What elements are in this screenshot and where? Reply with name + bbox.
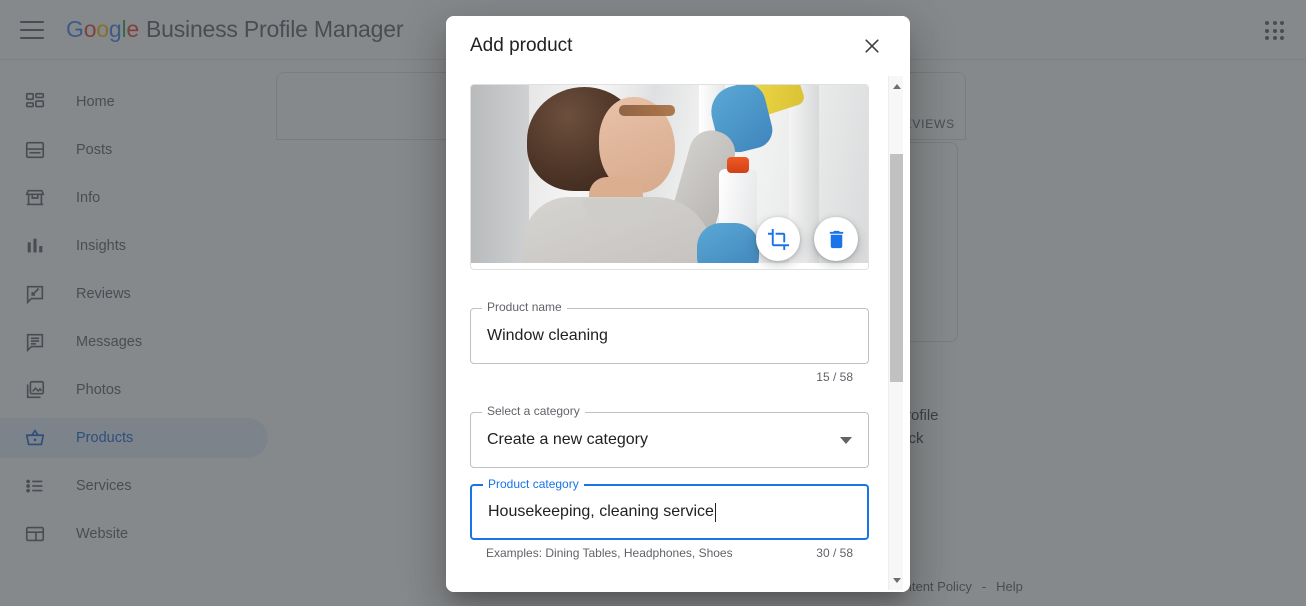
product-name-value: Window cleaning: [487, 327, 608, 345]
product-category-value: Housekeeping, cleaning service: [488, 503, 714, 521]
dialog-body: Product name Window cleaning 15 / 58 Sel…: [446, 76, 910, 592]
product-category-input[interactable]: Product category Housekeeping, cleaning …: [470, 484, 869, 540]
image-action-buttons: [756, 217, 858, 261]
screen: Google Business Profile Manager Home Pos…: [0, 0, 1306, 606]
product-category-counter: 30 / 58: [816, 546, 853, 560]
select-category-label: Select a category: [482, 405, 585, 417]
product-category-label: Product category: [483, 478, 584, 490]
product-name-counter: 15 / 58: [816, 370, 853, 384]
product-category-field: Product category Housekeeping, cleaning …: [470, 484, 869, 560]
dialog-scrollbar[interactable]: [888, 76, 903, 590]
dialog-title: Add product: [470, 35, 856, 57]
add-product-dialog: Add product: [446, 16, 910, 592]
close-icon[interactable]: [856, 30, 888, 62]
product-category-helper: Examples: Dining Tables, Headphones, Sho…: [486, 546, 733, 560]
product-name-label: Product name: [482, 301, 567, 313]
select-category-value: Create a new category: [487, 431, 648, 449]
dialog-header: Add product: [446, 16, 910, 76]
crop-icon[interactable]: [756, 217, 800, 261]
product-category-helper-row: Examples: Dining Tables, Headphones, Sho…: [470, 540, 869, 560]
scroll-down-arrow-icon[interactable]: [889, 572, 904, 588]
dialog-scroll-area: Product name Window cleaning 15 / 58 Sel…: [470, 76, 873, 592]
delete-trash-icon[interactable]: [814, 217, 858, 261]
select-category-dropdown[interactable]: Select a category Create a new category: [470, 412, 869, 468]
product-name-field: Product name Window cleaning 15 / 58: [470, 308, 869, 384]
text-cursor: [715, 503, 716, 522]
chevron-down-icon[interactable]: [840, 437, 852, 444]
product-image-card: [470, 84, 869, 270]
scrollbar-thumb[interactable]: [890, 154, 903, 382]
product-name-helper-row: 15 / 58: [470, 364, 869, 384]
scroll-up-arrow-icon[interactable]: [889, 78, 904, 94]
product-name-input[interactable]: Product name Window cleaning: [470, 308, 869, 364]
select-category-field: Select a category Create a new category: [470, 412, 869, 468]
